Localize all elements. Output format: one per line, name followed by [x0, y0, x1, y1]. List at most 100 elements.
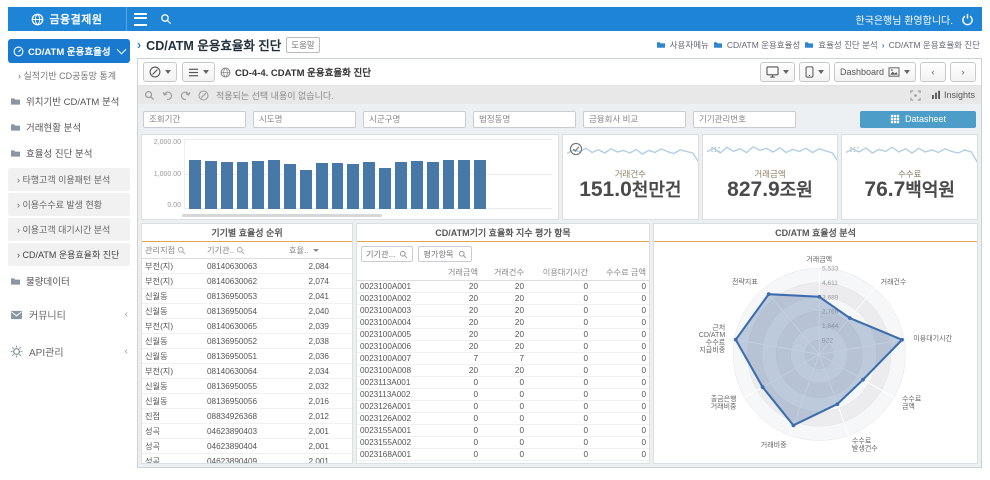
filter-financial-company[interactable]: 금융회사 비교: [583, 111, 686, 128]
search-icon[interactable]: [177, 246, 186, 255]
edit-menu-button[interactable]: [143, 62, 177, 82]
table-cell[interactable]: 08136950054: [204, 304, 286, 319]
table-cell[interactable]: 0: [527, 341, 591, 353]
table-cell[interactable]: 0023113A001: [357, 377, 435, 389]
kpi-transaction-count[interactable]: 거래건수 151.0천만건: [562, 134, 699, 220]
radar-vertex[interactable]: [848, 316, 852, 320]
table-row[interactable]: 신월동081369500512,036: [142, 349, 352, 364]
table-cell[interactable]: 20: [481, 305, 527, 317]
radar-chart[interactable]: 9221,8442,7663,6894,6115,533거래금액거래건수이용대기…: [654, 242, 977, 463]
dashboard-sheet-selector[interactable]: Dashboard: [834, 62, 916, 82]
prev-sheet-button[interactable]: ‹: [920, 62, 946, 82]
table-cell[interactable]: 0: [435, 377, 481, 389]
table-cell[interactable]: 2,038: [286, 334, 332, 349]
table-row[interactable]: 0023100A003202000: [357, 305, 649, 317]
bar[interactable]: [363, 162, 375, 209]
table-cell[interactable]: 0: [481, 401, 527, 413]
table-cell[interactable]: 0: [435, 389, 481, 401]
table-cell[interactable]: 0: [527, 425, 591, 437]
kpi-transaction-amount[interactable]: 거래금액 827.9조원: [702, 134, 839, 220]
table-cell[interactable]: 0023100A003: [357, 305, 435, 317]
column-header-branch[interactable]: 관리지점: [142, 242, 204, 259]
table-cell[interactable]: 2,036: [286, 349, 332, 364]
radar-vertex[interactable]: [767, 292, 771, 296]
table-cell[interactable]: 0: [481, 389, 527, 401]
table-cell[interactable]: 0: [591, 401, 649, 413]
column-header-wait-time[interactable]: 이용대기시간: [527, 264, 591, 281]
table-row[interactable]: 0023113A0010000: [357, 377, 649, 389]
table-cell[interactable]: 2,001: [286, 454, 332, 464]
table-cell[interactable]: 0023100A004: [357, 317, 435, 329]
table-row[interactable]: 성곡046238904032,001: [142, 424, 352, 439]
table-cell[interactable]: 부전(지): [142, 319, 204, 334]
table-cell[interactable]: 2,034: [286, 364, 332, 379]
sidebar-root-cdatm-efficiency[interactable]: CD/ATM 운용효율성: [8, 39, 130, 63]
table-cell[interactable]: 08834926368: [204, 409, 286, 424]
table-cell[interactable]: 0023168A001: [357, 449, 435, 461]
sidebar-subitem-fee-occurrence[interactable]: › 이용수수료 발생 현황: [8, 193, 130, 216]
table-cell[interactable]: 7: [481, 353, 527, 365]
bar[interactable]: [221, 162, 233, 209]
table-cell[interactable]: 04623890404: [204, 439, 286, 454]
table-cell[interactable]: 0: [481, 413, 527, 425]
table-cell[interactable]: 08140630062: [204, 274, 286, 289]
table-cell[interactable]: 0: [435, 449, 481, 461]
table-cell[interactable]: 0: [435, 401, 481, 413]
chart-scrollbar[interactable]: [182, 214, 382, 217]
table-cell[interactable]: 20: [481, 281, 527, 293]
table-cell[interactable]: 신월동: [142, 289, 204, 304]
radar-vertex[interactable]: [817, 295, 821, 299]
table-row[interactable]: 부전(지)081406300622,074: [142, 274, 352, 289]
table-row[interactable]: 0023100A004202000: [357, 317, 649, 329]
table-cell[interactable]: 0: [527, 329, 591, 341]
table-cell[interactable]: 0: [591, 329, 649, 341]
table-cell[interactable]: 0023126A001: [357, 401, 435, 413]
table-cell[interactable]: 0: [591, 281, 649, 293]
mobile-view-button[interactable]: [799, 62, 830, 82]
app-logo[interactable]: 금융결제원: [8, 7, 127, 31]
table-cell[interactable]: 20: [435, 317, 481, 329]
undo-selection-button[interactable]: [162, 90, 173, 101]
table-cell[interactable]: 0: [527, 305, 591, 317]
menu-toggle-button[interactable]: [127, 7, 153, 31]
table-cell[interactable]: 신월동: [142, 304, 204, 319]
table-cell[interactable]: 0: [435, 461, 481, 464]
bar[interactable]: [300, 170, 312, 209]
table-cell[interactable]: 0: [481, 377, 527, 389]
radar-vertex[interactable]: [734, 338, 738, 342]
sheet-list-button[interactable]: [182, 62, 215, 82]
sidebar-item-location-analysis[interactable]: 위치기반 CD/ATM 분석: [8, 88, 130, 114]
table-cell[interactable]: 20: [435, 329, 481, 341]
table-cell[interactable]: 08136950056: [204, 394, 286, 409]
table-cell[interactable]: 0: [591, 305, 649, 317]
radar-vertex[interactable]: [835, 402, 839, 406]
table-cell[interactable]: 08140630065: [204, 319, 286, 334]
sidebar-subitem-usage-pattern[interactable]: › 타행고객 이용패턴 분석: [8, 168, 130, 191]
table-cell[interactable]: 0: [527, 317, 591, 329]
table-cell[interactable]: 0: [435, 413, 481, 425]
breadcrumb-item[interactable]: 사용자메뉴: [670, 39, 709, 51]
sidebar-item-transaction-analysis[interactable]: 거래현황 분석: [8, 114, 130, 140]
bar[interactable]: [189, 160, 201, 209]
smart-search-button[interactable]: [144, 90, 155, 101]
table-cell[interactable]: 0: [481, 461, 527, 464]
table-cell[interactable]: 부전(지): [142, 364, 204, 379]
bar[interactable]: [347, 164, 359, 209]
table-cell[interactable]: 0: [527, 461, 591, 464]
filter-sido[interactable]: 시도명: [253, 111, 356, 128]
table-cell[interactable]: 신월동: [142, 394, 204, 409]
table-cell[interactable]: 0023155A002: [357, 437, 435, 449]
table-cell[interactable]: 0023100A008: [357, 365, 435, 377]
column-header-machine-id[interactable]: [357, 264, 435, 281]
table-cell[interactable]: 0: [527, 389, 591, 401]
table-cell[interactable]: 2,074: [286, 274, 332, 289]
table-cell[interactable]: 0: [591, 365, 649, 377]
table-cell[interactable]: 부전(지): [142, 259, 204, 274]
table-cell[interactable]: 08136950052: [204, 334, 286, 349]
table-cell[interactable]: 진접: [142, 409, 204, 424]
bar[interactable]: [458, 160, 470, 209]
table-row[interactable]: 0023100A0077700: [357, 353, 649, 365]
table-cell[interactable]: 0023155A001: [357, 425, 435, 437]
table-cell[interactable]: 0: [435, 437, 481, 449]
table-row[interactable]: 진접088349263682,012: [142, 409, 352, 424]
